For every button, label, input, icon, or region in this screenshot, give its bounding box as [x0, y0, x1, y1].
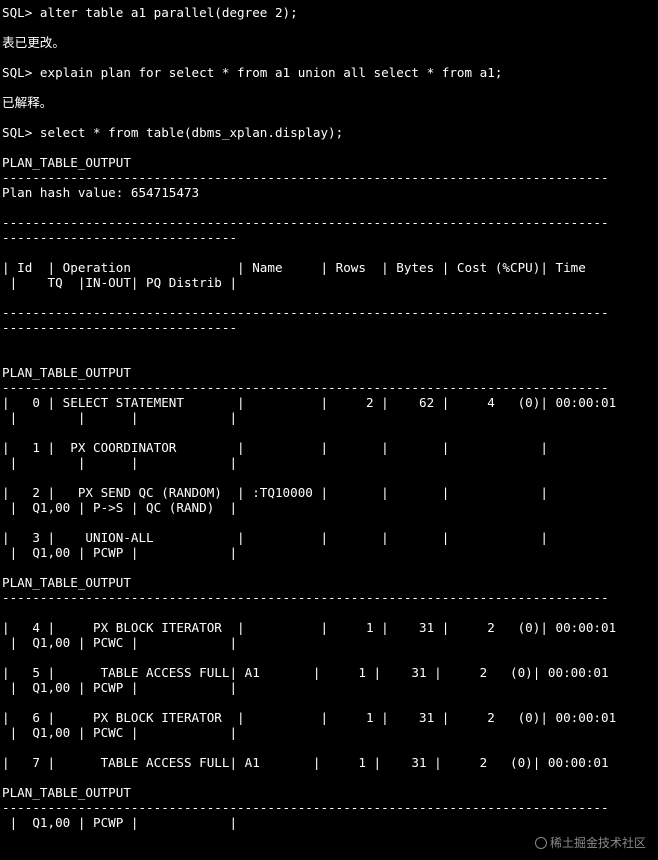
- terminal-line: | 0 | SELECT STATEMENT | | 2 | 62 | 4 (0…: [2, 395, 617, 410]
- terminal-line: | Q1,00 | P->S | QC (RAND) |: [2, 500, 238, 515]
- terminal-line: | 4 | PX BLOCK ITERATOR | | 1 | 31 | 2 (…: [2, 620, 617, 635]
- terminal-line: | 1 | PX COORDINATOR | | | | |: [2, 440, 548, 455]
- terminal-line: | Q1,00 | PCWC | |: [2, 725, 238, 740]
- terminal-line: Plan hash value: 654715473: [2, 185, 200, 200]
- terminal-line: -------------------------------: [2, 320, 238, 335]
- terminal-output[interactable]: SQL> alter table a1 parallel(degree 2); 表…: [0, 0, 658, 860]
- terminal-line: ----------------------------------------…: [2, 800, 609, 815]
- terminal-line: PLAN_TABLE_OUTPUT: [2, 155, 131, 170]
- terminal-line: ----------------------------------------…: [2, 590, 609, 605]
- terminal-line: SQL> explain plan for select * from a1 u…: [2, 65, 503, 80]
- terminal-line: ----------------------------------------…: [2, 380, 609, 395]
- terminal-line: ----------------------------------------…: [2, 170, 609, 185]
- terminal-line: | 7 | TABLE ACCESS FULL| A1 | 1 | 31 | 2…: [2, 755, 609, 770]
- terminal-line: PLAN_TABLE_OUTPUT: [2, 785, 131, 800]
- terminal-line: | 5 | TABLE ACCESS FULL| A1 | 1 | 31 | 2…: [2, 665, 609, 680]
- terminal-line: SQL> select * from table(dbms_xplan.disp…: [2, 125, 344, 140]
- terminal-line: SQL> alter table a1 parallel(degree 2);: [2, 5, 298, 20]
- watermark-text: 稀土掘金技术社区: [549, 836, 646, 850]
- terminal-line: | Q1,00 | PCWP | |: [2, 545, 238, 560]
- terminal-line: | | | |: [2, 455, 238, 470]
- terminal-line: -------------------------------: [2, 230, 238, 245]
- terminal-line: | | | |: [2, 410, 238, 425]
- terminal-line: | Id | Operation | Name | Rows | Bytes |…: [2, 260, 586, 275]
- terminal-line: | Q1,00 | PCWP | |: [2, 680, 238, 695]
- terminal-line: ----------------------------------------…: [2, 215, 609, 230]
- terminal-line: ----------------------------------------…: [2, 305, 609, 320]
- terminal-line: 已解释。: [2, 95, 53, 110]
- terminal-line: | 3 | UNION-ALL | | | | |: [2, 530, 548, 545]
- terminal-line: PLAN_TABLE_OUTPUT: [2, 365, 131, 380]
- terminal-line: | TQ |IN-OUT| PQ Distrib |: [2, 275, 238, 290]
- terminal-line: | Q1,00 | PCWC | |: [2, 635, 238, 650]
- terminal-line: 表已更改。: [2, 35, 65, 50]
- terminal-line: | 6 | PX BLOCK ITERATOR | | 1 | 31 | 2 (…: [2, 710, 617, 725]
- watermark: 稀土掘金技术社区: [527, 822, 646, 850]
- terminal-line: PLAN_TABLE_OUTPUT: [2, 575, 131, 590]
- logo-icon: [534, 837, 547, 849]
- terminal-line: | Q1,00 | PCWP | |: [2, 815, 238, 830]
- terminal-line: | 2 | PX SEND QC (RANDOM) | :TQ10000 | |…: [2, 485, 548, 500]
